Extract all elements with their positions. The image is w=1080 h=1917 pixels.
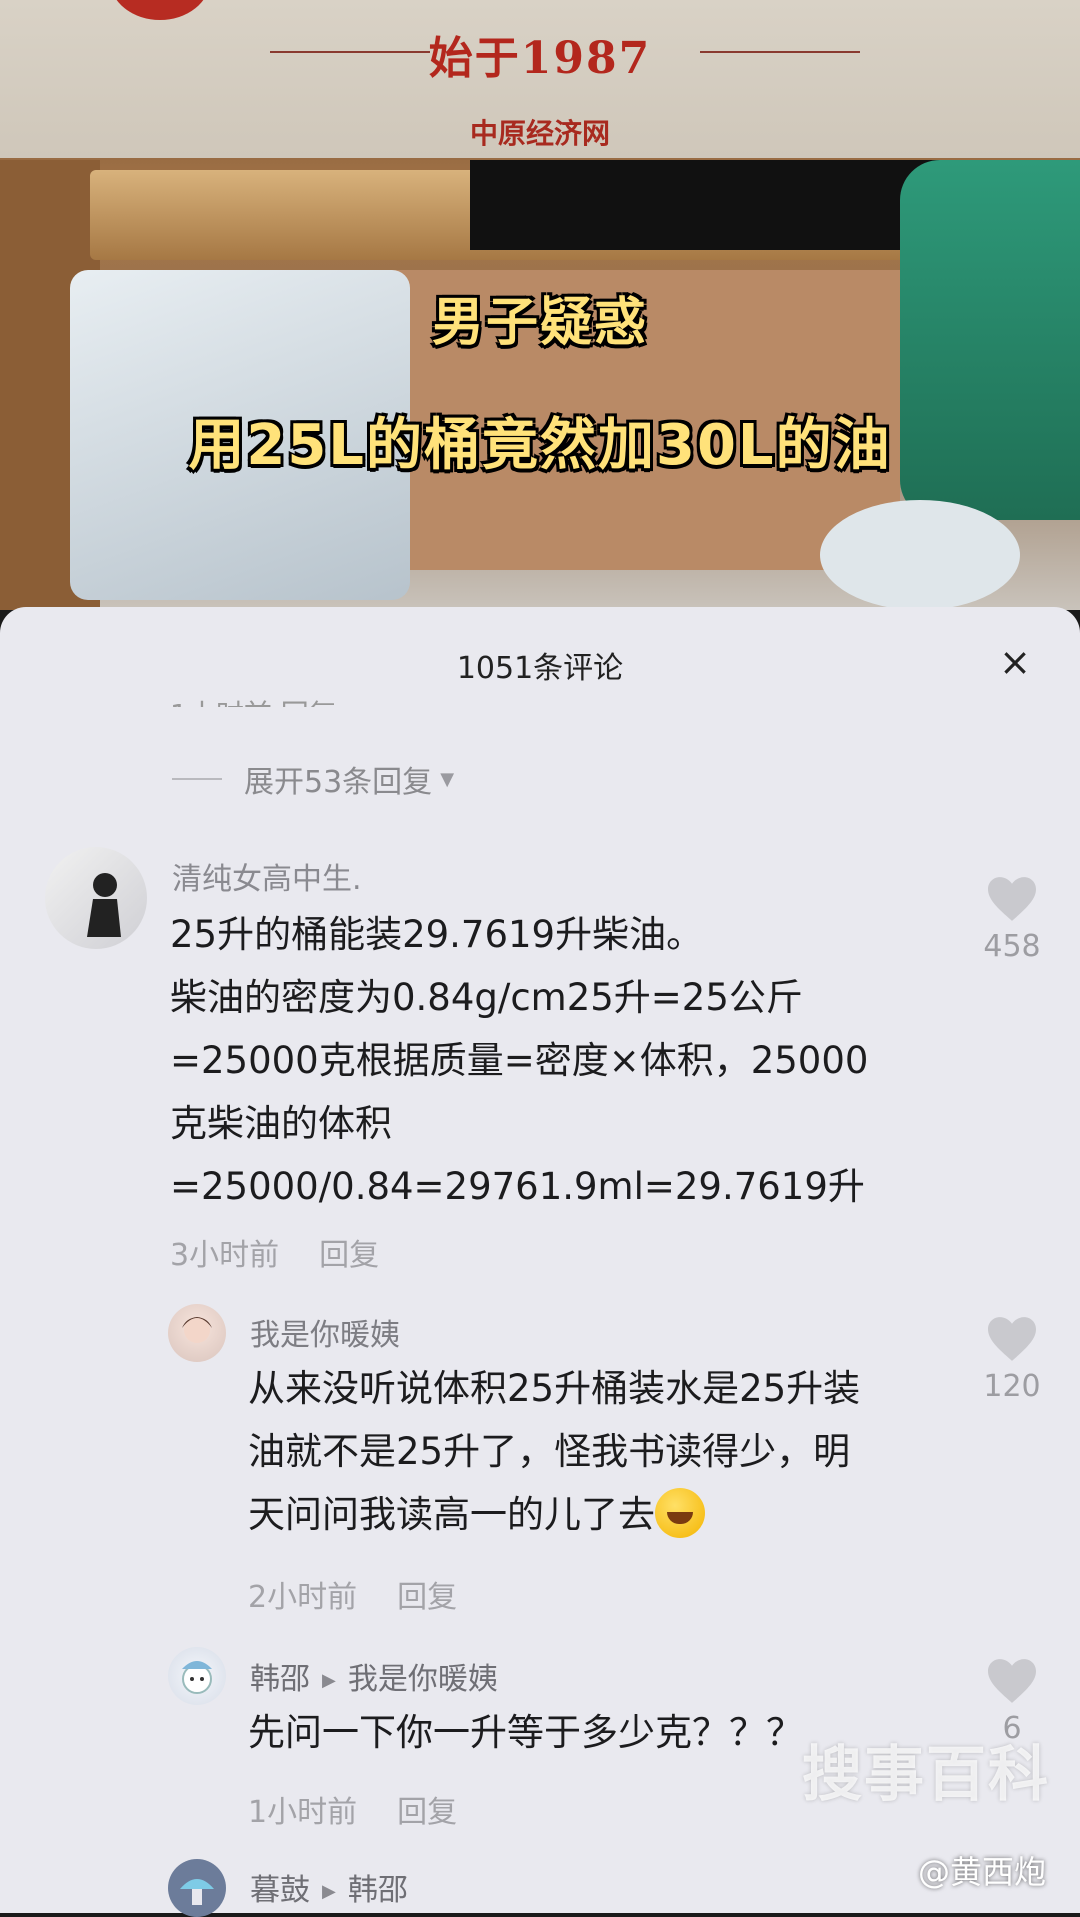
comment-sheet: 1051条评论 × 1小时前 回复 展开53条回复 ▼ 清纯女高中生. 25升的… xyxy=(0,607,1080,1917)
comment-line: 柴油的密度为0.84g/cm25升=25公斤 xyxy=(170,976,803,1019)
chevron-down-icon: ▼ xyxy=(440,768,455,790)
comment-line: 从来没听说体积25升桶装水是25升装 xyxy=(248,1367,861,1410)
avatar-mushroom-icon xyxy=(180,1879,214,1905)
comment-time: 1小时前 xyxy=(248,1795,358,1830)
weibo-credit: @黄西炮 xyxy=(917,1853,1046,1891)
heart-icon xyxy=(988,1659,1036,1703)
reply-to-username[interactable]: 韩邵 xyxy=(348,1873,408,1908)
reply-button[interactable]: 回复 xyxy=(397,1795,457,1830)
like-button[interactable]: 120 xyxy=(972,1315,1052,1404)
heart-icon xyxy=(988,1317,1036,1361)
like-button[interactable]: 458 xyxy=(972,875,1052,964)
comment-username[interactable]: 清纯女高中生. xyxy=(172,854,362,898)
comment-line: 25升的桶能装29.7619升柴油。 xyxy=(170,913,704,956)
comment-meta: 3小时前 回复 xyxy=(170,1230,379,1274)
comment-username[interactable]: 我是你暖姨 xyxy=(250,1310,400,1354)
comment-time: 3小时前 xyxy=(170,1238,280,1273)
avatar-cartoon-icon xyxy=(182,1661,212,1694)
reply-to-username[interactable]: 我是你暖姨 xyxy=(348,1662,498,1697)
comment-reply-header: 暮鼓 ▶ 韩邵 xyxy=(250,1865,408,1909)
video-scene-hose xyxy=(470,160,940,250)
video-scene-ring xyxy=(820,500,1020,610)
comment-reply-header: 韩邵 ▶ 我是你暖姨 xyxy=(250,1654,498,1698)
comment-line: 克柴油的体积 xyxy=(170,1102,392,1145)
like-count: 458 xyxy=(983,929,1041,964)
video-caption-line1: 男子疑惑 xyxy=(431,293,648,353)
comment-time: 2小时前 xyxy=(248,1580,358,1615)
avatar-face-icon xyxy=(182,1317,212,1343)
comment-text: 从来没听说体积25升桶装水是25升装 油就不是25升了，怪我书读得少，明 天问问… xyxy=(248,1357,860,1546)
reply-arrow-icon: ▶ xyxy=(322,1881,336,1902)
cutoff-meta-text: 1小时前 回复 xyxy=(170,693,337,707)
comment-line: 先问一下你一升等于多少克？？？ xyxy=(248,1711,803,1754)
video-banner: 始于1987 中原经济网 xyxy=(0,0,1080,158)
comment-line: =25000克根据质量=密度×体积，25000 xyxy=(170,1039,869,1082)
comment-line: =25000/0.84=29761.9ml=29.7619升 xyxy=(170,1165,865,1208)
banner-source: 中原经济网 xyxy=(469,117,610,150)
comment-meta: 1小时前 回复 xyxy=(248,1787,457,1831)
comment-line: 天问问我读高一的儿了去 xyxy=(248,1493,655,1536)
video-player[interactable]: 始于1987 中原经济网 男子疑惑 用25L的桶竟然加30L的油 xyxy=(0,0,1080,610)
avatar[interactable] xyxy=(45,847,147,949)
avatar[interactable] xyxy=(168,1304,226,1362)
avatar[interactable] xyxy=(168,1859,226,1917)
expand-dash xyxy=(172,778,222,780)
comment-username[interactable]: 韩邵 xyxy=(250,1662,310,1697)
expand-replies-label: 展开53条回复 xyxy=(244,765,433,800)
banner-logo-icon xyxy=(110,0,210,20)
avatar-person-icon xyxy=(87,873,121,937)
reply-arrow-icon: ▶ xyxy=(322,1670,336,1691)
like-count: 120 xyxy=(983,1369,1041,1404)
comment-text: 25升的桶能装29.7619升柴油。 柴油的密度为0.84g/cm25升=25公… xyxy=(170,903,868,1218)
comment-meta: 2小时前 回复 xyxy=(248,1572,457,1616)
avatar[interactable] xyxy=(168,1647,226,1705)
expand-replies-button[interactable]: 展开53条回复 ▼ xyxy=(172,757,454,801)
comment-count-title: 1051条评论 xyxy=(456,651,624,686)
rofl-emoji-icon xyxy=(655,1487,705,1538)
comment-username[interactable]: 暮鼓 xyxy=(250,1873,310,1908)
watermark-logo: 搜事百科 xyxy=(802,1740,1050,1810)
comment-line: 油就不是25升了，怪我书读得少，明 xyxy=(248,1430,851,1473)
reply-button[interactable]: 回复 xyxy=(397,1580,457,1615)
banner-subtitle: 始于1987 xyxy=(428,33,652,84)
reply-button[interactable]: 回复 xyxy=(319,1238,379,1273)
heart-icon xyxy=(988,877,1036,921)
comment-text: 先问一下你一升等于多少克？？？ xyxy=(248,1701,803,1764)
video-caption-line2: 用25L的桶竟然加30L的油 xyxy=(188,413,892,478)
close-button[interactable]: × xyxy=(990,637,1040,687)
